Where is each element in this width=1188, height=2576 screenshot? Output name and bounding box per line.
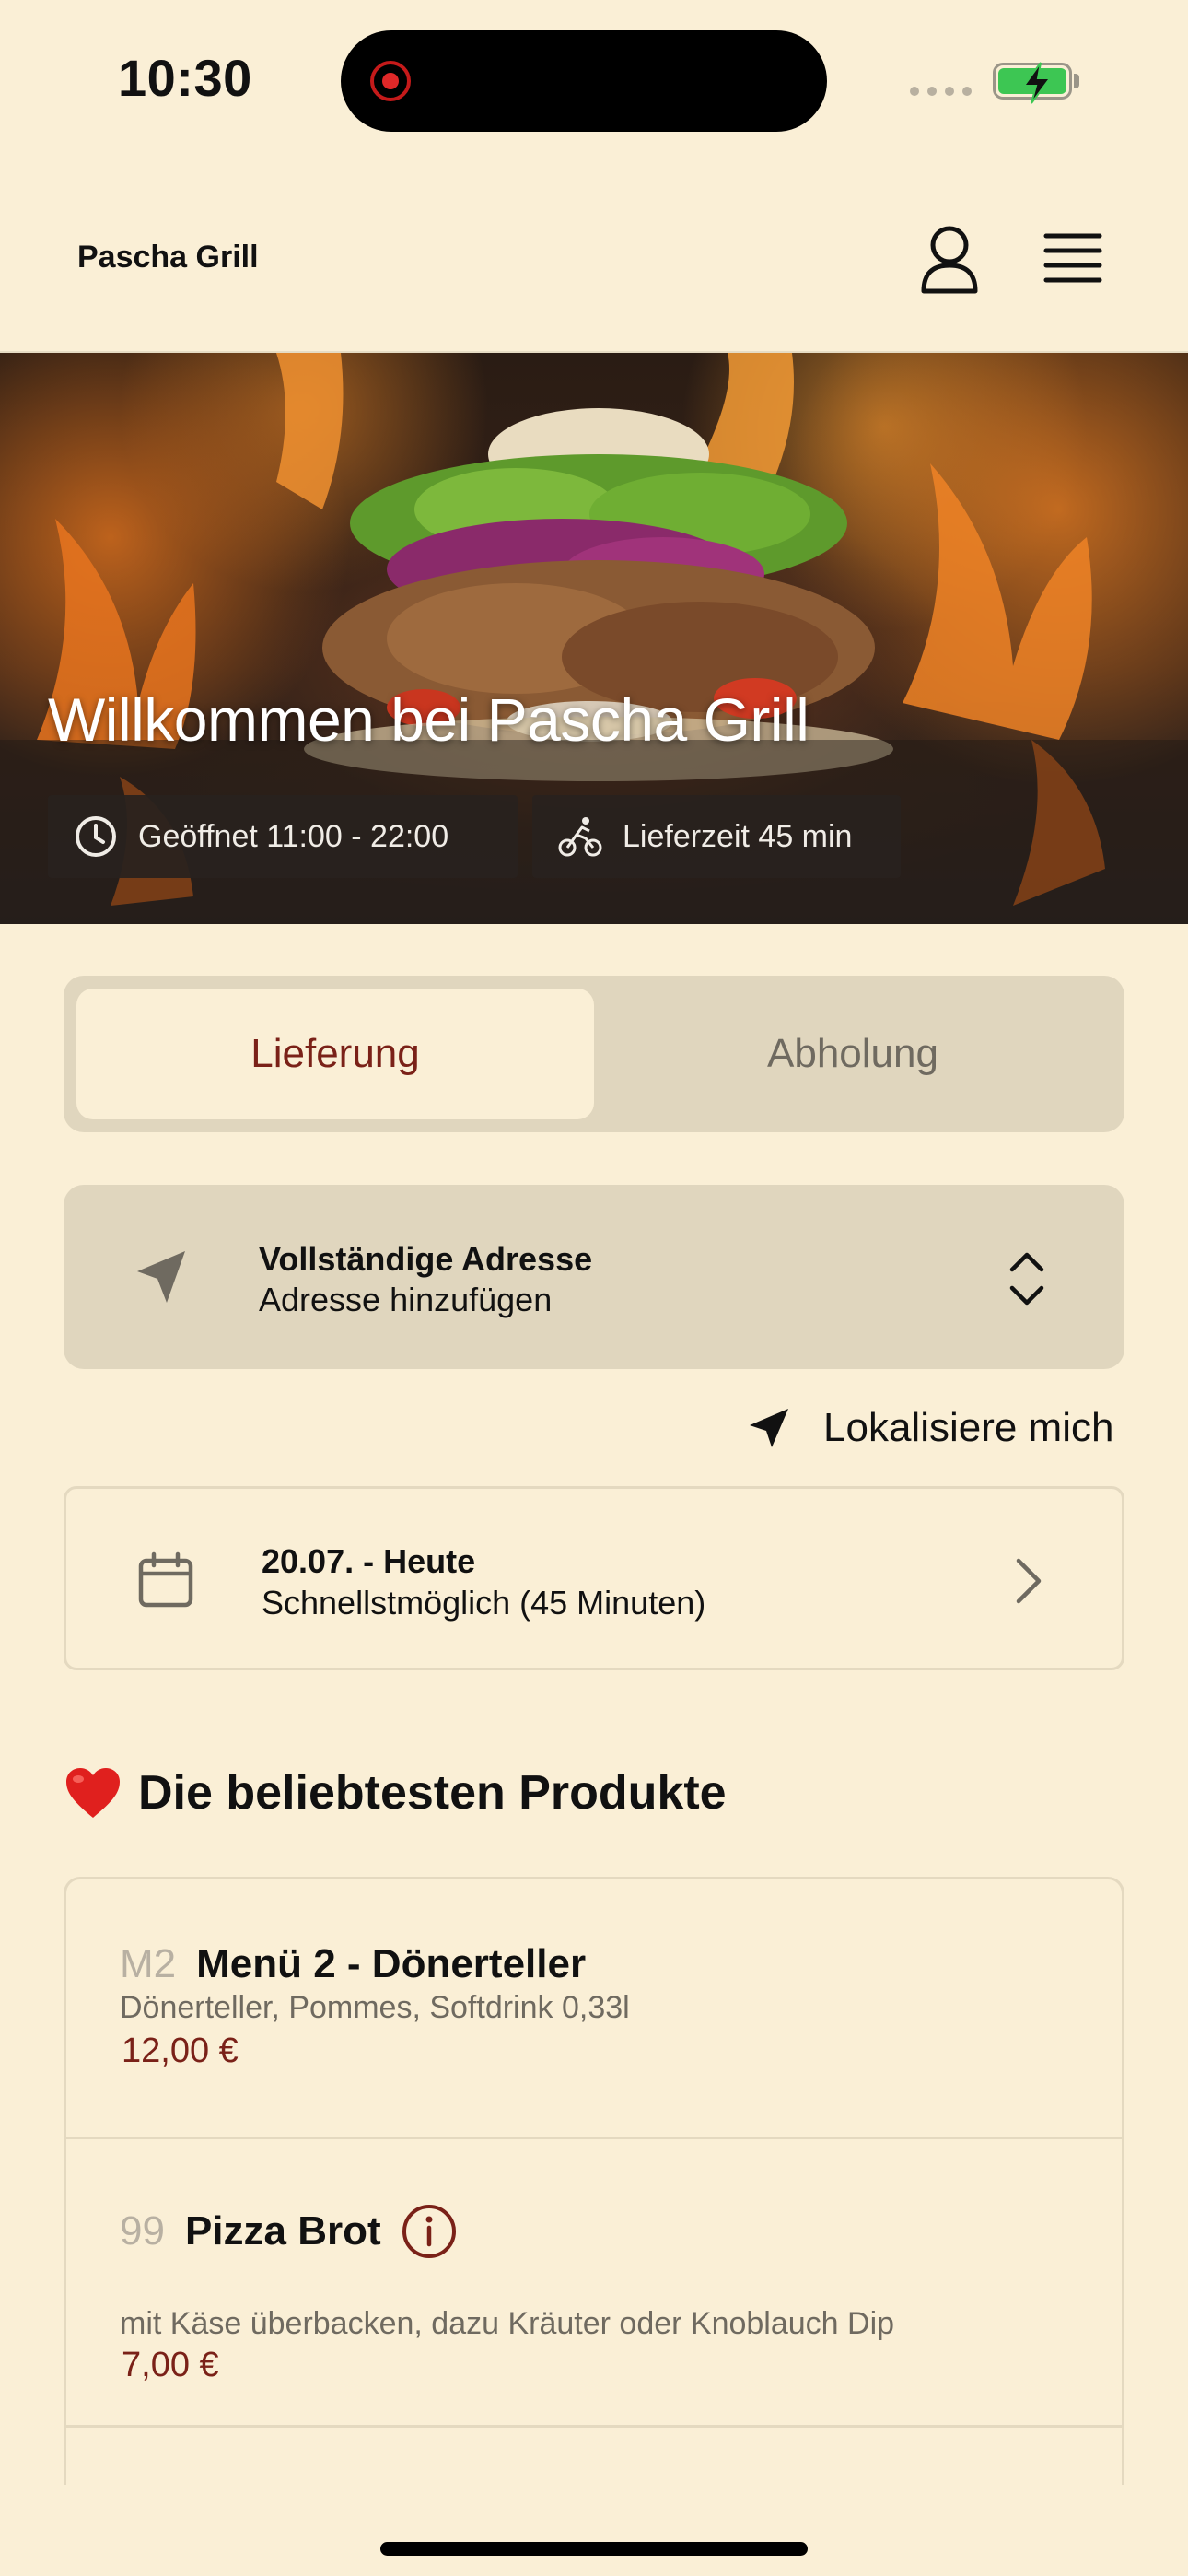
product-price: 7,00 € xyxy=(122,2346,219,2384)
delivery-time-selector[interactable]: 20.07. - Heute Schnellstmöglich (45 Minu… xyxy=(64,1486,1124,1670)
order-mode-switch: Lieferung Abholung xyxy=(64,976,1124,1132)
popular-products-heading: Die beliebtesten Produkte xyxy=(64,1765,727,1821)
hero-banner: Willkommen bei Pascha Grill Geöffnet 11:… xyxy=(0,353,1188,924)
product-number: 99 xyxy=(120,2208,165,2254)
popular-products-title: Die beliebtesten Produkte xyxy=(138,1766,727,1820)
address-title: Vollständige Adresse xyxy=(259,1240,593,1278)
product-card[interactable]: 99 Pizza Brot mit Käse überbacken, dazu … xyxy=(66,2139,1122,2428)
brand-name[interactable]: Pascha Grill xyxy=(77,240,259,275)
popular-products-list: M2 Menü 2 - Dönerteller Dönerteller, Pom… xyxy=(64,1877,1124,2485)
tab-pickup[interactable]: Abholung xyxy=(594,989,1112,1119)
address-subtitle: Adresse hinzufügen xyxy=(259,1281,553,1318)
hamburger-menu-icon xyxy=(1043,233,1102,283)
cyclist-icon xyxy=(558,817,602,857)
location-arrow-icon xyxy=(750,1409,788,1447)
product-description: mit Käse überbacken, dazu Kräuter oder K… xyxy=(120,2306,895,2341)
locate-me-button[interactable]: Lokalisiere mich xyxy=(748,1400,1113,1456)
product-card[interactable] xyxy=(66,2428,1122,2485)
chevron-right-icon xyxy=(1016,1558,1042,1604)
tab-delivery[interactable]: Lieferung xyxy=(76,989,594,1119)
app-header: Pascha Grill xyxy=(0,166,1188,353)
address-selector[interactable]: Vollständige Adresse Adresse hinzufügen xyxy=(64,1185,1124,1369)
heart-icon xyxy=(66,1768,120,1818)
welcome-title: Willkommen bei Pascha Grill xyxy=(48,685,809,754)
opening-hours-badge: Geöffnet 11:00 - 22:00 xyxy=(48,795,518,878)
recording-indicator-icon xyxy=(370,61,411,101)
locate-me-label: Lokalisiere mich xyxy=(823,1405,1114,1450)
battery-icon xyxy=(993,62,1072,104)
delivery-time-badge: Lieferzeit 45 min xyxy=(532,795,901,878)
product-name: Pizza Brot xyxy=(184,2208,381,2254)
product-card[interactable]: M2 Menü 2 - Dönerteller Dönerteller, Pom… xyxy=(66,1879,1122,2139)
delivery-date: 20.07. - Heute xyxy=(262,1542,476,1580)
delivery-time-label: Lieferzeit 45 min xyxy=(623,818,853,854)
calendar-icon xyxy=(138,1551,193,1608)
clock-icon xyxy=(76,816,116,857)
profile-button[interactable] xyxy=(917,223,982,297)
dynamic-island xyxy=(341,30,827,132)
opening-hours-label: Geöffnet 11:00 - 22:00 xyxy=(138,818,449,854)
battery-cap xyxy=(1074,74,1079,88)
location-arrow-icon xyxy=(137,1251,185,1303)
menu-button[interactable] xyxy=(1041,228,1105,287)
product-name: Menü 2 - Dönerteller xyxy=(196,1941,587,1986)
product-price: 12,00 € xyxy=(122,2032,239,2070)
info-icon[interactable] xyxy=(402,2204,457,2259)
product-description: Dönerteller, Pommes, Softdrink 0,33l xyxy=(120,1990,630,2025)
signal-icon xyxy=(910,87,972,96)
chevron-up-down-icon xyxy=(1009,1252,1044,1306)
delivery-time-option: Schnellstmöglich (45 Minuten) xyxy=(262,1584,706,1622)
person-icon xyxy=(921,226,978,294)
home-indicator[interactable] xyxy=(380,2542,808,2556)
status-bar: 10:30 xyxy=(0,0,1188,166)
product-number: M2 xyxy=(120,1941,177,1986)
status-time: 10:30 xyxy=(118,49,252,107)
